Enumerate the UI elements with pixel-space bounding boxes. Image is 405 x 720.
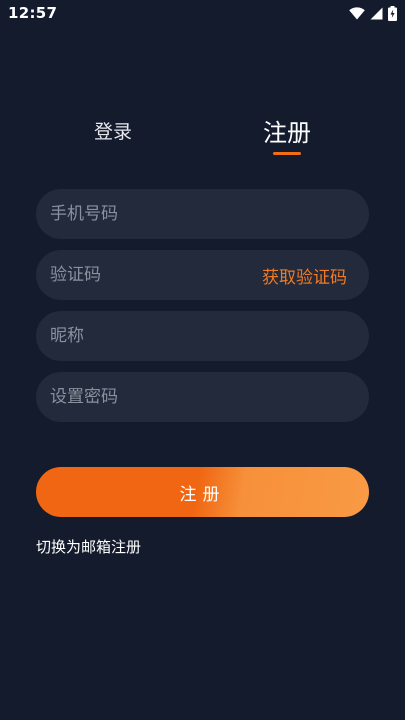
register-screen: 12:57 登录 注册 获取验证码 (0, 0, 405, 720)
tab-register[interactable]: 注册 (236, 110, 338, 150)
auth-tabs: 登录 注册 (0, 110, 405, 160)
verification-code-field: 获取验证码 (36, 250, 369, 300)
password-input[interactable] (50, 372, 355, 422)
password-field (36, 372, 369, 422)
status-time: 12:57 (8, 4, 58, 22)
nickname-field (36, 311, 369, 361)
phone-input[interactable] (50, 189, 355, 239)
register-button[interactable]: 注册 (36, 467, 369, 517)
cellular-signal-icon (370, 7, 383, 20)
switch-to-email-link[interactable]: 切换为邮箱注册 (36, 536, 141, 557)
status-icons (349, 5, 397, 21)
get-code-button[interactable]: 获取验证码 (262, 263, 347, 288)
active-tab-indicator (273, 152, 301, 155)
phone-field (36, 189, 369, 239)
battery-icon (388, 5, 397, 21)
tab-login[interactable]: 登录 (62, 110, 164, 150)
verification-code-input[interactable] (50, 250, 262, 300)
wifi-icon (349, 6, 365, 20)
nickname-input[interactable] (50, 311, 355, 361)
status-bar: 12:57 (0, 0, 405, 26)
